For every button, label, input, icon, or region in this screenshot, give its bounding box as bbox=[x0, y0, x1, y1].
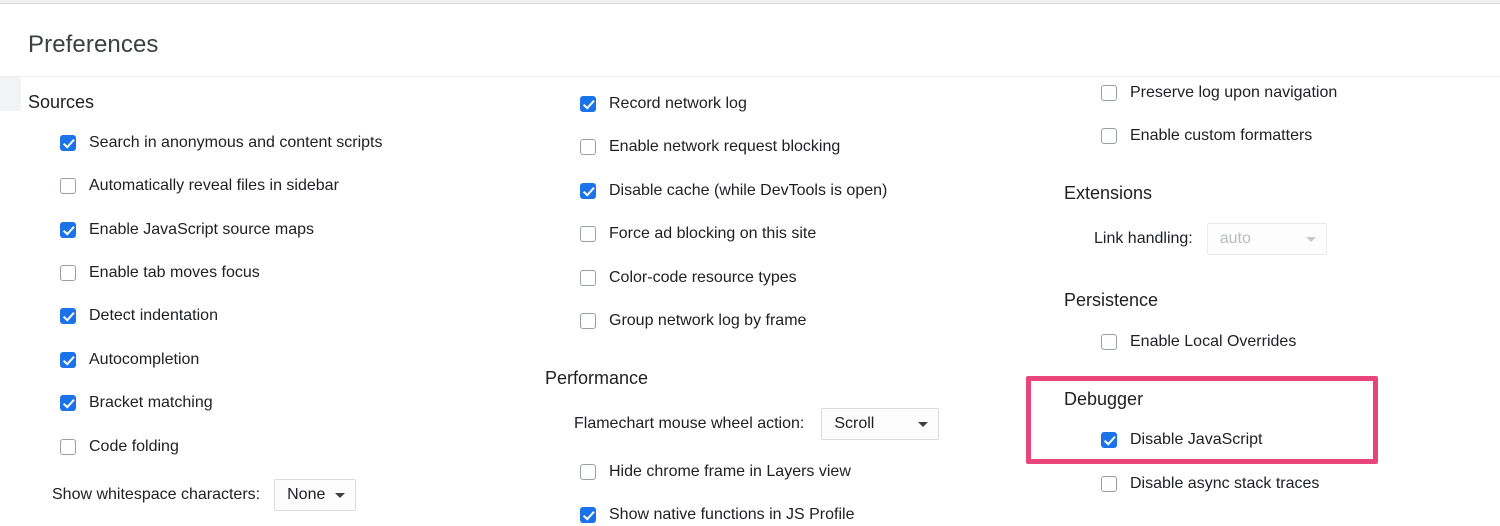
option-label: Automatically reveal files in sidebar bbox=[89, 178, 339, 194]
show-whitespace-select[interactable]: None bbox=[274, 479, 356, 511]
option-label: Autocompletion bbox=[89, 352, 199, 368]
option-row[interactable]: Enable Local Overrides bbox=[1101, 334, 1296, 350]
option-label: Enable custom formatters bbox=[1130, 128, 1312, 144]
checkbox-preserve-log-upon-navigation[interactable] bbox=[1101, 85, 1117, 101]
option-label: Disable async stack traces bbox=[1130, 476, 1319, 492]
checkbox-code-folding[interactable] bbox=[60, 439, 76, 455]
option-label: Bracket matching bbox=[89, 395, 213, 411]
section-heading-extensions: Extensions bbox=[1064, 183, 1152, 204]
option-row[interactable]: Search in anonymous and content scripts bbox=[60, 135, 383, 151]
checkbox-show-native-functions-in-js-profile[interactable] bbox=[580, 507, 596, 523]
option-row[interactable]: Enable tab moves focus bbox=[60, 265, 260, 281]
checkbox-detect-indentation[interactable] bbox=[60, 308, 76, 324]
checkbox-hide-chrome-frame-in-layers-view[interactable] bbox=[580, 464, 596, 480]
checkbox-autocompletion[interactable] bbox=[60, 352, 76, 368]
option-label: Show native functions in JS Profile bbox=[609, 507, 854, 523]
section-heading-sources: Sources bbox=[28, 92, 94, 113]
flamechart-label: Flamechart mouse wheel action: bbox=[574, 415, 804, 433]
option-row[interactable]: Disable JavaScript bbox=[1101, 432, 1263, 448]
option-label: Detect indentation bbox=[89, 308, 218, 324]
option-label: Disable cache (while DevTools is open) bbox=[609, 183, 887, 199]
checkbox-enable-local-overrides[interactable] bbox=[1101, 334, 1117, 350]
option-row[interactable]: Enable JavaScript source maps bbox=[60, 222, 314, 238]
option-label: Group network log by frame bbox=[609, 313, 806, 329]
flamechart-value: Scroll bbox=[834, 415, 874, 433]
checkbox-record-network-log[interactable] bbox=[580, 96, 596, 112]
checkbox-search-in-anonymous-and-content-scripts[interactable] bbox=[60, 135, 76, 151]
checkbox-force-ad-blocking-on-this-site[interactable] bbox=[580, 226, 596, 242]
section-heading-persistence: Persistence bbox=[1064, 290, 1158, 311]
option-label: Enable Local Overrides bbox=[1130, 334, 1296, 350]
checkbox-disable-async-stack-traces[interactable] bbox=[1101, 476, 1117, 492]
flamechart-select[interactable]: Scroll bbox=[821, 408, 939, 440]
chevron-down-icon bbox=[918, 422, 928, 427]
option-label: Preserve log upon navigation bbox=[1130, 85, 1337, 101]
option-row[interactable]: Force ad blocking on this site bbox=[580, 226, 816, 242]
show-whitespace-label: Show whitespace characters: bbox=[52, 486, 260, 504]
title-divider bbox=[0, 76, 1500, 77]
checkbox-group-network-log-by-frame[interactable] bbox=[580, 313, 596, 329]
option-label: Color-code resource types bbox=[609, 270, 797, 286]
option-label: Enable tab moves focus bbox=[89, 265, 260, 281]
chevron-down-icon bbox=[335, 493, 345, 498]
option-row[interactable]: Preserve log upon navigation bbox=[1101, 85, 1337, 101]
show-whitespace-value: None bbox=[287, 486, 325, 504]
option-label: Enable JavaScript source maps bbox=[89, 222, 314, 238]
option-label: Disable JavaScript bbox=[1130, 432, 1263, 448]
checkbox-enable-tab-moves-focus[interactable] bbox=[60, 265, 76, 281]
option-row[interactable]: Disable cache (while DevTools is open) bbox=[580, 183, 887, 199]
option-label: Force ad blocking on this site bbox=[609, 226, 816, 242]
option-row[interactable]: Hide chrome frame in Layers view bbox=[580, 464, 851, 480]
chevron-down-icon bbox=[1306, 237, 1316, 242]
option-label: Enable network request blocking bbox=[609, 139, 840, 155]
section-heading-performance: Performance bbox=[545, 368, 648, 389]
page-title: Preferences bbox=[28, 31, 159, 59]
window-top-strip bbox=[0, 0, 1500, 4]
checkbox-disable-javascript[interactable] bbox=[1101, 432, 1117, 448]
flamechart-field: Flamechart mouse wheel action: Scroll bbox=[574, 408, 939, 440]
option-label: Search in anonymous and content scripts bbox=[89, 135, 383, 151]
option-row[interactable]: Show native functions in JS Profile bbox=[580, 507, 854, 523]
option-row[interactable]: Record network log bbox=[580, 96, 747, 112]
link-handling-label: Link handling: bbox=[1094, 230, 1193, 248]
option-row[interactable]: Disable async stack traces bbox=[1101, 476, 1319, 492]
checkbox-bracket-matching[interactable] bbox=[60, 395, 76, 411]
option-label: Hide chrome frame in Layers view bbox=[609, 464, 851, 480]
section-heading-debugger: Debugger bbox=[1064, 389, 1143, 410]
checkbox-enable-javascript-source-maps[interactable] bbox=[60, 222, 76, 238]
option-row[interactable]: Code folding bbox=[60, 439, 179, 455]
option-row[interactable]: Enable network request blocking bbox=[580, 139, 840, 155]
option-row[interactable]: Autocompletion bbox=[60, 352, 199, 368]
link-handling-select[interactable]: auto bbox=[1207, 223, 1327, 255]
show-whitespace-field: Show whitespace characters: None bbox=[52, 479, 356, 511]
option-row[interactable]: Group network log by frame bbox=[580, 313, 806, 329]
option-row[interactable]: Enable custom formatters bbox=[1101, 128, 1312, 144]
preferences-panel: Preferences Sources Search in anonymous … bbox=[0, 0, 1500, 526]
option-row[interactable]: Detect indentation bbox=[60, 308, 218, 324]
link-handling-value: auto bbox=[1220, 230, 1251, 248]
checkbox-color-code-resource-types[interactable] bbox=[580, 270, 596, 286]
option-label: Code folding bbox=[89, 439, 179, 455]
link-handling-field: Link handling: auto bbox=[1094, 223, 1327, 255]
checkbox-automatically-reveal-files-in-sidebar[interactable] bbox=[60, 178, 76, 194]
option-row[interactable]: Bracket matching bbox=[60, 395, 213, 411]
checkbox-enable-custom-formatters[interactable] bbox=[1101, 128, 1117, 144]
option-label: Record network log bbox=[609, 96, 747, 112]
checkbox-enable-network-request-blocking[interactable] bbox=[580, 139, 596, 155]
option-row[interactable]: Color-code resource types bbox=[580, 270, 797, 286]
option-row[interactable]: Automatically reveal files in sidebar bbox=[60, 178, 339, 194]
left-rail-fragment bbox=[0, 77, 21, 111]
checkbox-disable-cache[interactable] bbox=[580, 183, 596, 199]
